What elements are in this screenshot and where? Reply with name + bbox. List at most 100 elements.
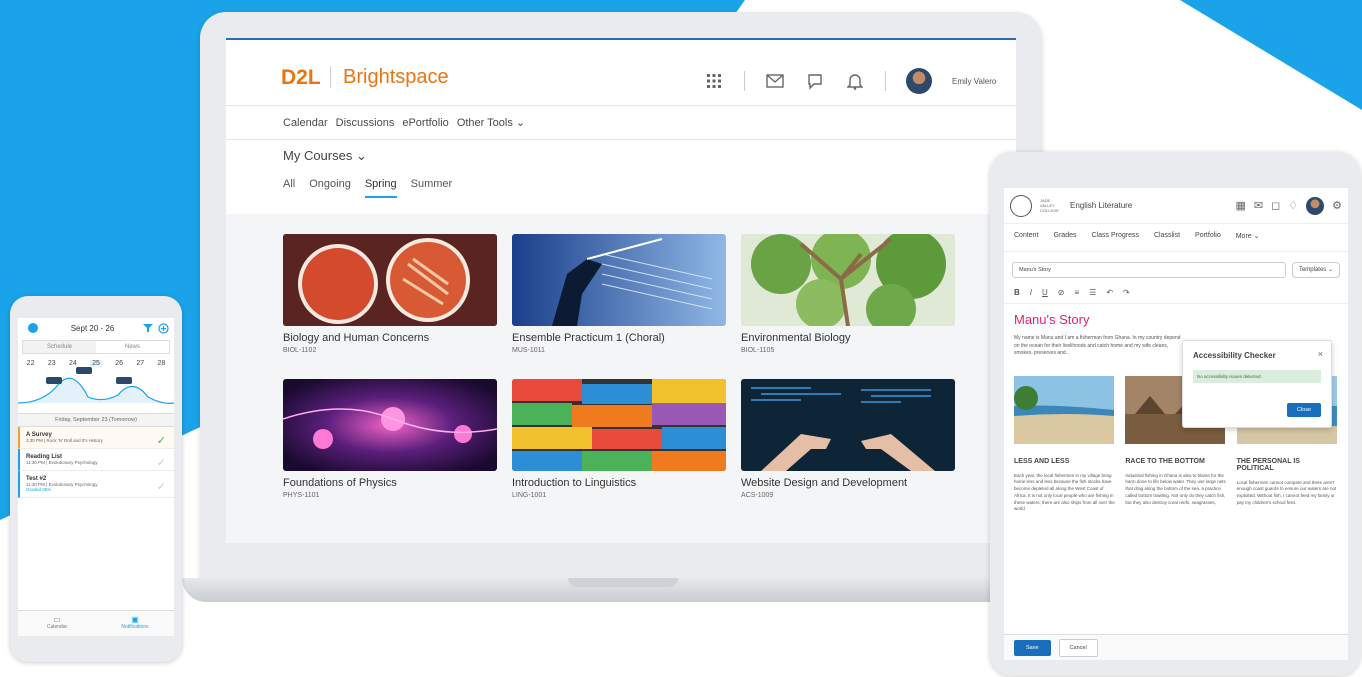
cancel-button[interactable]: Cancel [1058,638,1098,657]
tablet-nav: Content Grades Class Progress Classlist … [1004,224,1348,252]
workload-graph [18,367,174,404]
bell-icon[interactable] [845,71,865,91]
user-name[interactable]: Emily Valero [952,77,996,86]
tablet-device: JADE VALLEY COLLEGE English Literature ▦… [990,152,1360,676]
settings-icon[interactable] [23,318,43,338]
tab-summer[interactable]: Summer [411,178,453,198]
avatar[interactable] [1306,196,1325,215]
column-heading: THE PERSONAL IS POLITICAL [1236,457,1300,472]
column-text: Industrial fishing in Ghana is also to b… [1125,472,1226,505]
course-title: Website Design and Development [741,477,908,489]
nav-other-tools[interactable]: Other Tools ⌄ [457,116,525,129]
tab-ongoing[interactable]: Ongoing [309,178,351,198]
nav-grades[interactable]: Grades [1054,232,1077,243]
course-title: Foundations of Physics [283,477,397,489]
course-card[interactable]: Biology and Human Concerns BIOL-1102 [283,234,497,354]
course-card[interactable]: Environmental Biology BIOL-1105 [741,234,955,354]
waffle-icon[interactable]: ▦ [1235,199,1245,212]
list-icon[interactable]: ☰ [1089,288,1096,297]
school-logo-icon[interactable] [1010,194,1032,217]
day-cell[interactable]: 25 [90,360,102,367]
segment-schedule[interactable]: Schedule [23,341,96,353]
nav-eportfolio[interactable]: ePortfolio [402,117,448,129]
add-icon[interactable] [157,322,169,334]
story-title: Manu's Story [1014,312,1090,327]
nav-class-progress[interactable]: Class Progress [1092,232,1139,243]
course-name[interactable]: English Literature [1070,201,1132,210]
nav-content[interactable]: Content [1014,232,1039,243]
redo-icon[interactable]: ↷ [1123,288,1130,297]
doc-title-field[interactable]: Manu's Story [1012,262,1286,278]
course-image-petri [283,234,497,326]
dialog-close-button[interactable]: Close [1286,403,1321,417]
segment-news[interactable]: News [96,341,169,353]
check-icon[interactable]: ✓ [157,434,166,447]
day-cell[interactable]: 28 [158,360,166,367]
close-icon[interactable]: × [1318,349,1323,359]
tablet-header: JADE VALLEY COLLEGE English Literature ▦… [1004,188,1348,224]
tablet-screen: JADE VALLEY COLLEGE English Literature ▦… [1004,188,1348,660]
nav-more[interactable]: More ⌄ [1236,232,1260,243]
nav-portfolio[interactable]: Portfolio [1195,232,1221,243]
list-item[interactable]: Reading List 11:30 PM | Evolutionary Psy… [18,449,174,471]
course-code: BIOL-1102 [283,347,317,354]
filter-icon[interactable] [142,322,154,334]
nav-calendar[interactable]: Calendar [283,117,328,129]
mail-icon[interactable] [765,71,785,91]
day-cell[interactable]: 27 [136,360,144,367]
tab-calendar[interactable]: ▭ Calendar [18,611,96,636]
phone-screen: Sept 20 - 26 Schedule News 22 23 24 25 2… [18,318,174,636]
week-range[interactable]: Sept 20 - 26 [71,324,115,333]
underline-icon[interactable]: U [1042,288,1048,297]
nav-classlist[interactable]: Classlist [1154,232,1180,243]
check-icon[interactable]: ✓ [157,456,166,469]
calendar-icon: ▭ [53,615,61,624]
waffle-icon[interactable] [704,71,724,91]
day-cell[interactable]: 26 [115,360,123,367]
check-icon[interactable]: ✓ [157,480,166,493]
bold-icon[interactable]: B [1014,288,1020,297]
dialog-title: Accessibility Checker [1193,351,1276,360]
nav-discussions[interactable]: Discussions [336,117,395,129]
save-button[interactable]: Save [1014,639,1051,656]
align-icon[interactable]: ≡ [1075,288,1080,297]
mail-icon[interactable]: ✉ [1254,199,1263,212]
day-cell[interactable]: 23 [48,360,56,367]
my-courses-dropdown[interactable]: My Courses ⌄ [283,148,367,164]
course-card[interactable]: Website Design and Development ACS-1009 [741,379,955,499]
icon-divider [885,71,886,91]
list-item[interactable]: A Survey 3:30 PM | Rock 'N' Roll and It'… [18,427,174,449]
list-item[interactable]: Test #2 11:30 PM | Evolutionary Psycholo… [18,471,174,498]
chat-icon[interactable]: ◻ [1271,199,1280,212]
course-image-plasma [283,379,497,471]
tab-notifications[interactable]: ▣ Notifications [96,611,174,636]
course-grid: Biology and Human Concerns BIOL-1102 Ens… [226,214,1016,543]
course-card[interactable]: Ensemble Practicum 1 (Choral) MUS-1011 [512,234,726,354]
top-bar: D2L Brightspace Emily Valero [226,38,1016,106]
tab-spring[interactable]: Spring [364,178,397,198]
course-code: PHYS-1101 [283,492,320,499]
italic-icon[interactable]: I [1030,288,1032,297]
title-row: Manu's Story Templates ⌄ [1004,252,1348,282]
tab-all[interactable]: All [283,178,295,198]
course-card[interactable]: Introduction to Linguistics LING-1001 [512,379,726,499]
day-cell[interactable]: 22 [27,360,35,367]
bell-icon[interactable]: ♢ [1288,199,1298,212]
course-code: LING-1001 [512,492,547,499]
chat-icon[interactable] [805,71,825,91]
course-title: Environmental Biology [741,332,851,344]
brightspace-logo[interactable]: Brightspace [343,66,449,89]
templates-dropdown[interactable]: Templates ⌄ [1291,262,1340,278]
course-tabs: All Ongoing Spring Summer [283,178,452,198]
beach-image [1014,375,1114,444]
link-icon[interactable]: ⊘ [1058,288,1065,297]
avatar[interactable] [906,68,932,94]
undo-icon[interactable]: ↶ [1106,288,1113,297]
day-cell[interactable]: 24 [69,360,77,367]
d2l-logo[interactable]: D2L [281,66,321,90]
course-card[interactable]: Foundations of Physics PHYS-1101 [283,379,497,499]
gear-icon[interactable]: ⚙ [1332,199,1342,212]
tab-notifications-label: Notifications [121,624,149,630]
course-title: Introduction to Linguistics [512,477,637,489]
course-code: ACS-1009 [741,492,774,499]
